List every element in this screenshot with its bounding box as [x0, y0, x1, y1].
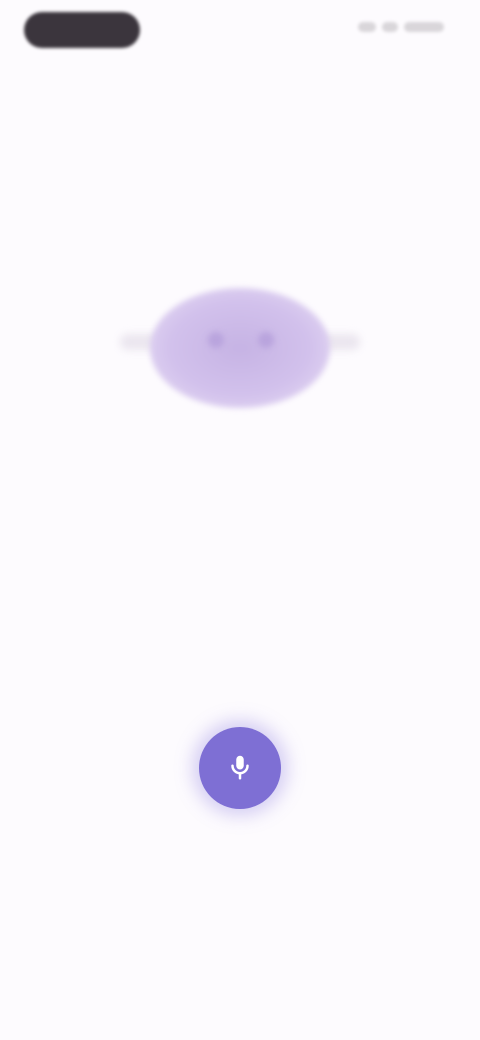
battery-icon [404, 22, 444, 32]
microphone-button[interactable] [199, 727, 281, 809]
signal-icon [358, 22, 376, 32]
microphone-icon [225, 752, 255, 785]
status-time-pill [24, 12, 140, 48]
system-status-icons [358, 22, 444, 32]
orb-eye-right-icon [258, 332, 274, 348]
orb-eye-left-icon [208, 332, 224, 348]
mic-button-wrap [190, 718, 290, 818]
listening-orb [0, 280, 480, 430]
listening-orb-icon [150, 288, 330, 408]
status-bar [0, 0, 480, 64]
wifi-icon [382, 22, 398, 32]
